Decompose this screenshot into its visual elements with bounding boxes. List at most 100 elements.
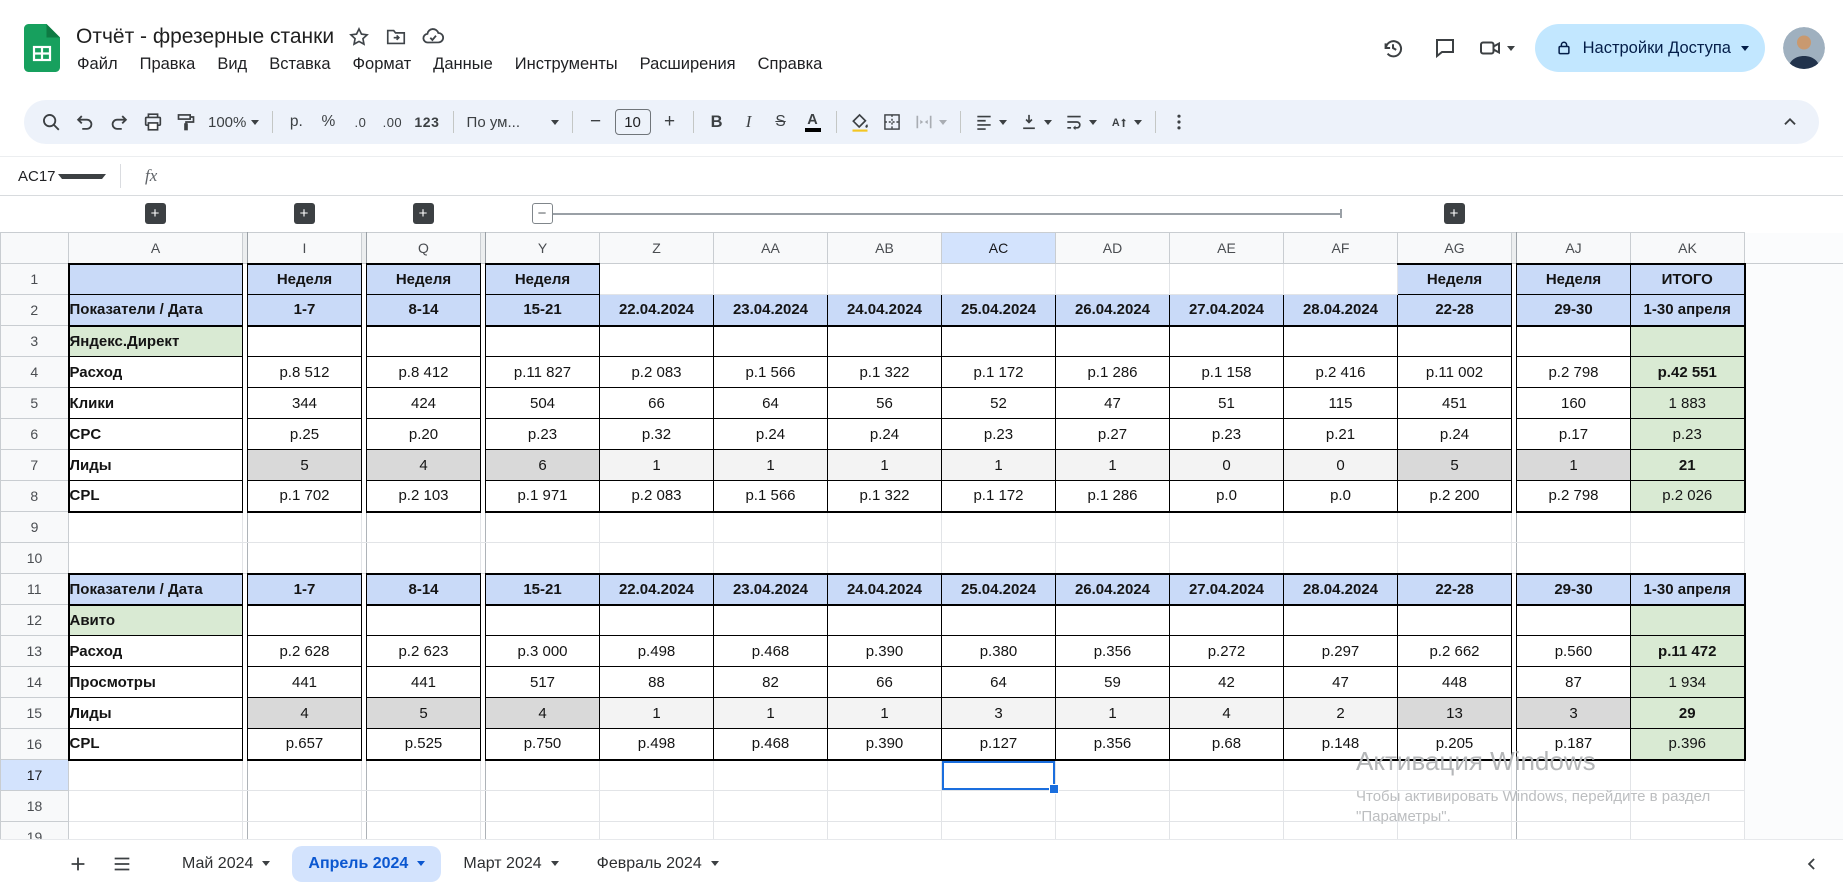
cell-AG10[interactable] (1398, 543, 1512, 574)
row-header-6[interactable]: 6 (1, 419, 69, 450)
cell-AJ3[interactable] (1517, 326, 1631, 357)
cell-AD16[interactable]: р.356 (1056, 729, 1170, 760)
cell-I1[interactable]: Неделя (248, 264, 362, 295)
cell-I17[interactable] (248, 760, 362, 791)
cell-AJ11[interactable]: 29-30 (1517, 574, 1631, 605)
menu-правка[interactable]: Правка (129, 52, 207, 77)
cell-A16[interactable]: CPL (69, 729, 243, 760)
scroll-sheets-left-icon[interactable] (1797, 849, 1827, 879)
cell-AA13[interactable]: р.468 (714, 636, 828, 667)
cell-AC3[interactable] (942, 326, 1056, 357)
cell-I12[interactable] (248, 605, 362, 636)
cell-Z19[interactable] (600, 822, 714, 840)
cell-AK1[interactable]: ИТОГО (1631, 264, 1745, 295)
menu-справка[interactable]: Справка (747, 52, 834, 77)
redo-icon[interactable] (102, 105, 136, 139)
cell-AA9[interactable] (714, 512, 828, 543)
cell-AB14[interactable]: 66 (828, 667, 942, 698)
cell-AJ7[interactable]: 1 (1517, 450, 1631, 481)
cell-AC19[interactable] (942, 822, 1056, 840)
cell-Y18[interactable] (486, 791, 600, 822)
cell-AC15[interactable]: 3 (942, 698, 1056, 729)
column-header-I[interactable]: I (248, 233, 362, 264)
cell-Y2[interactable]: 15-21 (486, 295, 600, 326)
cell-Z12[interactable] (600, 605, 714, 636)
menu-данные[interactable]: Данные (422, 52, 504, 77)
cell-AF5[interactable]: 115 (1284, 388, 1398, 419)
user-avatar[interactable] (1783, 27, 1825, 69)
cell-AJ18[interactable] (1517, 791, 1631, 822)
cell-AK4[interactable]: р.42 551 (1631, 357, 1745, 388)
cell-Y6[interactable]: р.23 (486, 419, 600, 450)
column-header-Q[interactable]: Q (367, 233, 481, 264)
cell-Y4[interactable]: р.11 827 (486, 357, 600, 388)
cell-AJ13[interactable]: р.560 (1517, 636, 1631, 667)
print-icon[interactable] (136, 105, 170, 139)
cell-I10[interactable] (248, 543, 362, 574)
cell-AK11[interactable]: 1-30 апреля (1631, 574, 1745, 605)
cell-I16[interactable]: р.657 (248, 729, 362, 760)
cell-Y9[interactable] (486, 512, 600, 543)
cell-Q8[interactable]: р.2 103 (367, 481, 481, 512)
cell-A7[interactable]: Лиды (69, 450, 243, 481)
column-header-AJ[interactable]: AJ (1517, 233, 1631, 264)
cell-AK19[interactable] (1631, 822, 1745, 840)
cell-AA12[interactable] (714, 605, 828, 636)
comments-icon[interactable] (1421, 24, 1469, 72)
cell-AD7[interactable]: 1 (1056, 450, 1170, 481)
cell-AD17[interactable] (1056, 760, 1170, 791)
cell-AF12[interactable] (1284, 605, 1398, 636)
column-header-Y[interactable]: Y (486, 233, 600, 264)
row-header-16[interactable]: 16 (1, 729, 69, 760)
cell-Y7[interactable]: 6 (486, 450, 600, 481)
cell-Z5[interactable]: 66 (600, 388, 714, 419)
cell-AE9[interactable] (1170, 512, 1284, 543)
decrease-font-size-button[interactable]: − (580, 105, 612, 139)
search-icon[interactable] (34, 105, 68, 139)
more-options-icon[interactable] (1163, 105, 1195, 139)
cell-Y16[interactable]: р.750 (486, 729, 600, 760)
cell-AA11[interactable]: 23.04.2024 (714, 574, 828, 605)
cell-AC11[interactable]: 25.04.2024 (942, 574, 1056, 605)
cell-AA7[interactable]: 1 (714, 450, 828, 481)
cell-I3[interactable] (248, 326, 362, 357)
cell-AE13[interactable]: р.272 (1170, 636, 1284, 667)
cell-AG3[interactable] (1398, 326, 1512, 357)
cell-AD6[interactable]: р.27 (1056, 419, 1170, 450)
cell-AK15[interactable]: 29 (1631, 698, 1745, 729)
cell-Q12[interactable] (367, 605, 481, 636)
cell-AJ2[interactable]: 29-30 (1517, 295, 1631, 326)
cell-A11[interactable]: Показатели / Дата (69, 574, 243, 605)
cell-AD4[interactable]: р.1 286 (1056, 357, 1170, 388)
cell-A14[interactable]: Просмотры (69, 667, 243, 698)
row-header-1[interactable]: 1 (1, 264, 69, 295)
cell-A12[interactable]: Авито (69, 605, 243, 636)
cell-AC18[interactable] (942, 791, 1056, 822)
row-header-11[interactable]: 11 (1, 574, 69, 605)
sheets-logo[interactable] (24, 24, 60, 72)
cell-AE10[interactable] (1170, 543, 1284, 574)
cell-Y11[interactable]: 15-21 (486, 574, 600, 605)
cell-AA5[interactable]: 64 (714, 388, 828, 419)
cell-A8[interactable]: CPL (69, 481, 243, 512)
cell-AB9[interactable] (828, 512, 942, 543)
cell-AG7[interactable]: 5 (1398, 450, 1512, 481)
cell-AB2[interactable]: 24.04.2024 (828, 295, 942, 326)
column-group-expand-button[interactable]: + (413, 203, 434, 224)
column-header-AE[interactable]: AE (1170, 233, 1284, 264)
column-header-AB[interactable]: AB (828, 233, 942, 264)
cell-AE1[interactable] (1170, 264, 1284, 295)
cell-AJ1[interactable]: Неделя (1517, 264, 1631, 295)
cell-AF2[interactable]: 28.04.2024 (1284, 295, 1398, 326)
cell-AF19[interactable] (1284, 822, 1398, 840)
cell-AB12[interactable] (828, 605, 942, 636)
move-folder-icon[interactable] (384, 25, 408, 49)
cell-AA15[interactable]: 1 (714, 698, 828, 729)
paint-format-icon[interactable] (170, 105, 202, 139)
cell-Z6[interactable]: р.32 (600, 419, 714, 450)
row-header-18[interactable]: 18 (1, 791, 69, 822)
cell-A15[interactable]: Лиды (69, 698, 243, 729)
cell-AF3[interactable] (1284, 326, 1398, 357)
cell-Y3[interactable] (486, 326, 600, 357)
cell-Z14[interactable]: 88 (600, 667, 714, 698)
